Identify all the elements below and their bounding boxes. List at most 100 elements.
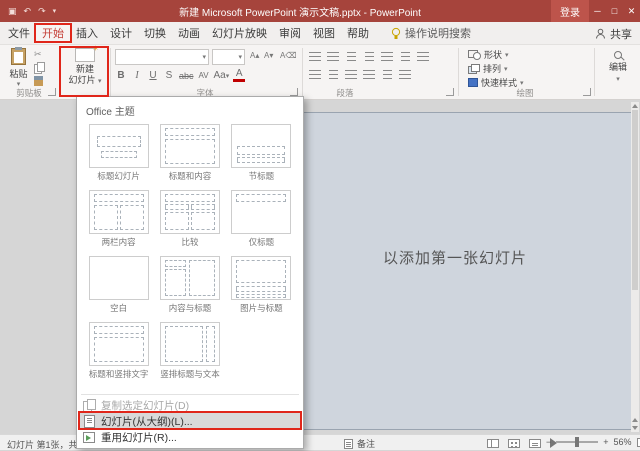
menu-item-slides-from-outline[interactable]: 幻灯片(从大纲)(L)... <box>79 413 301 429</box>
maximize-button[interactable]: □ <box>606 0 623 22</box>
layout-title-and-vertical-text[interactable]: 标题和竖排文字 <box>83 322 154 380</box>
paste-button[interactable]: 粘贴 ▾ <box>5 47 32 88</box>
menu-separator <box>81 394 299 395</box>
zoom-slider-thumb[interactable] <box>575 437 580 447</box>
clipboard-dialog-launcher[interactable] <box>48 88 56 96</box>
zoom-slider[interactable] <box>556 437 599 447</box>
zoom-in-button[interactable]: + <box>603 437 608 447</box>
cut-button[interactable]: ✂ <box>34 49 44 60</box>
menu-item-reuse-slides[interactable]: 重用幻灯片(R)... <box>79 429 301 445</box>
scrollbar-thumb[interactable] <box>632 110 638 290</box>
layout-title-only[interactable]: 仅标题 <box>226 190 297 248</box>
font-dialog-launcher[interactable] <box>290 88 298 96</box>
chevron-down-icon: ▾ <box>98 78 102 85</box>
layout-section-header[interactable]: 节标题 <box>226 124 297 182</box>
tab-slideshow[interactable]: 幻灯片放映 <box>206 22 273 44</box>
align-left-icon[interactable] <box>308 69 322 80</box>
italic-button[interactable]: I <box>131 70 143 81</box>
layout-vertical-title-and-text[interactable]: 竖排标题与文本 <box>154 322 225 380</box>
undo-icon[interactable]: ↶ <box>24 6 32 17</box>
decrease-indent-icon[interactable] <box>344 51 358 62</box>
slide-placeholder-text[interactable]: 以添加第一张幻灯片 <box>383 247 527 268</box>
tab-help[interactable]: 帮助 <box>341 22 375 44</box>
layout-thumbnail <box>88 256 149 300</box>
qat-customize-icon[interactable]: ▾ <box>53 7 57 15</box>
drawing-dialog-launcher[interactable] <box>583 88 591 96</box>
layout-title-and-content[interactable]: 标题和内容 <box>154 124 225 182</box>
strikethrough-button[interactable]: abc <box>179 71 194 81</box>
new-slide-dropdown: Office 主题 标题幻灯片 标题和内容 节标题 两栏内容 比较 仅标题 空白 <box>76 96 304 449</box>
bold-button[interactable]: B <box>115 70 127 81</box>
new-slide-label-2: 幻灯片 ▾ <box>68 75 102 85</box>
close-button[interactable]: ✕ <box>623 0 640 22</box>
redo-icon[interactable]: ↷ <box>38 6 46 17</box>
layout-thumbnail <box>231 190 292 234</box>
fit-to-window-icon[interactable] <box>636 437 640 447</box>
layout-blank[interactable]: 空白 <box>83 256 154 314</box>
tab-design[interactable]: 设计 <box>104 22 138 44</box>
arrange-button[interactable]: 排列 ▾ <box>468 63 508 74</box>
decrease-font-size-button[interactable]: A▾ <box>264 51 273 60</box>
bullet-list-icon[interactable] <box>308 51 322 62</box>
align-center-icon[interactable] <box>326 69 340 80</box>
text-shadow-button[interactable]: S <box>163 70 175 81</box>
next-slide-icon[interactable] <box>632 426 638 430</box>
format-painter-button[interactable] <box>34 75 44 86</box>
underline-button[interactable]: U <box>147 70 159 81</box>
layout-thumbnail <box>231 256 292 300</box>
justify-icon[interactable] <box>362 69 376 80</box>
scroll-up-icon[interactable] <box>632 104 638 108</box>
change-case-button[interactable]: Aa▾ <box>214 70 230 81</box>
tab-transitions[interactable]: 切换 <box>138 22 172 44</box>
tab-home[interactable]: 开始 <box>36 22 70 44</box>
slide-sorter-view-button[interactable] <box>508 438 520 448</box>
tab-view[interactable]: 视图 <box>307 22 341 44</box>
smartart-convert-icon[interactable] <box>398 69 412 80</box>
notes-button[interactable]: 备注 <box>344 437 375 450</box>
align-right-icon[interactable] <box>344 69 358 80</box>
share-button[interactable]: 共享 <box>595 22 632 45</box>
increase-indent-icon[interactable] <box>362 51 376 62</box>
reading-view-button[interactable] <box>529 438 541 448</box>
tab-insert[interactable]: 插入 <box>70 22 104 44</box>
group-separator <box>110 48 111 96</box>
sign-in-button[interactable]: 登录 <box>551 0 589 22</box>
increase-font-size-button[interactable]: A▴ <box>250 51 259 60</box>
tell-me-search[interactable]: 操作说明搜索 <box>391 22 471 44</box>
font-size-combobox[interactable]: ▾ <box>212 49 245 65</box>
tab-file[interactable]: 文件 <box>2 22 36 44</box>
layout-content-with-caption[interactable]: 内容与标题 <box>154 256 225 314</box>
layout-thumbnail <box>159 124 220 168</box>
layout-thumbnail <box>159 256 220 300</box>
minimize-button[interactable]: ─ <box>589 0 606 22</box>
tab-review[interactable]: 审阅 <box>273 22 307 44</box>
align-text-icon[interactable] <box>416 51 430 62</box>
normal-view-button[interactable] <box>487 438 499 448</box>
clear-formatting-button[interactable]: A⌫ <box>280 51 297 60</box>
layout-title-slide[interactable]: 标题幻灯片 <box>83 124 154 182</box>
layout-thumbnail <box>88 124 149 168</box>
character-spacing-button[interactable]: AV <box>198 71 210 80</box>
zoom-out-button[interactable]: − <box>546 437 551 447</box>
save-icon[interactable]: ▣ <box>8 6 17 17</box>
tab-animations[interactable]: 动画 <box>172 22 206 44</box>
shapes-button[interactable]: 形状 ▾ <box>468 49 509 60</box>
layout-two-content[interactable]: 两栏内容 <box>83 190 154 248</box>
paragraph-dialog-launcher[interactable] <box>446 88 454 96</box>
columns-icon[interactable] <box>380 69 394 80</box>
layout-picture-with-caption[interactable]: 图片与标题 <box>226 256 297 314</box>
new-slide-button[interactable]: ✶ 新建 幻灯片 ▾ <box>62 44 108 97</box>
layout-comparison[interactable]: 比较 <box>154 190 225 248</box>
font-name-combobox[interactable]: ▾ <box>115 49 209 65</box>
text-direction-icon[interactable] <box>398 51 412 62</box>
editing-button[interactable]: 编辑 ▾ <box>600 51 636 85</box>
ribbon-tab-row: 文件 开始 插入 设计 切换 动画 幻灯片放映 审阅 视图 帮助 操作说明搜索 … <box>0 22 640 45</box>
previous-slide-icon[interactable] <box>632 418 638 422</box>
zoom-level[interactable]: 56% <box>614 437 632 447</box>
font-color-button[interactable]: A <box>233 69 246 82</box>
chevron-down-icon: ▾ <box>505 51 509 59</box>
line-spacing-icon[interactable] <box>380 51 394 62</box>
numbered-list-icon[interactable] <box>326 51 340 62</box>
vertical-scrollbar[interactable] <box>631 102 639 432</box>
copy-button[interactable] <box>34 62 45 74</box>
